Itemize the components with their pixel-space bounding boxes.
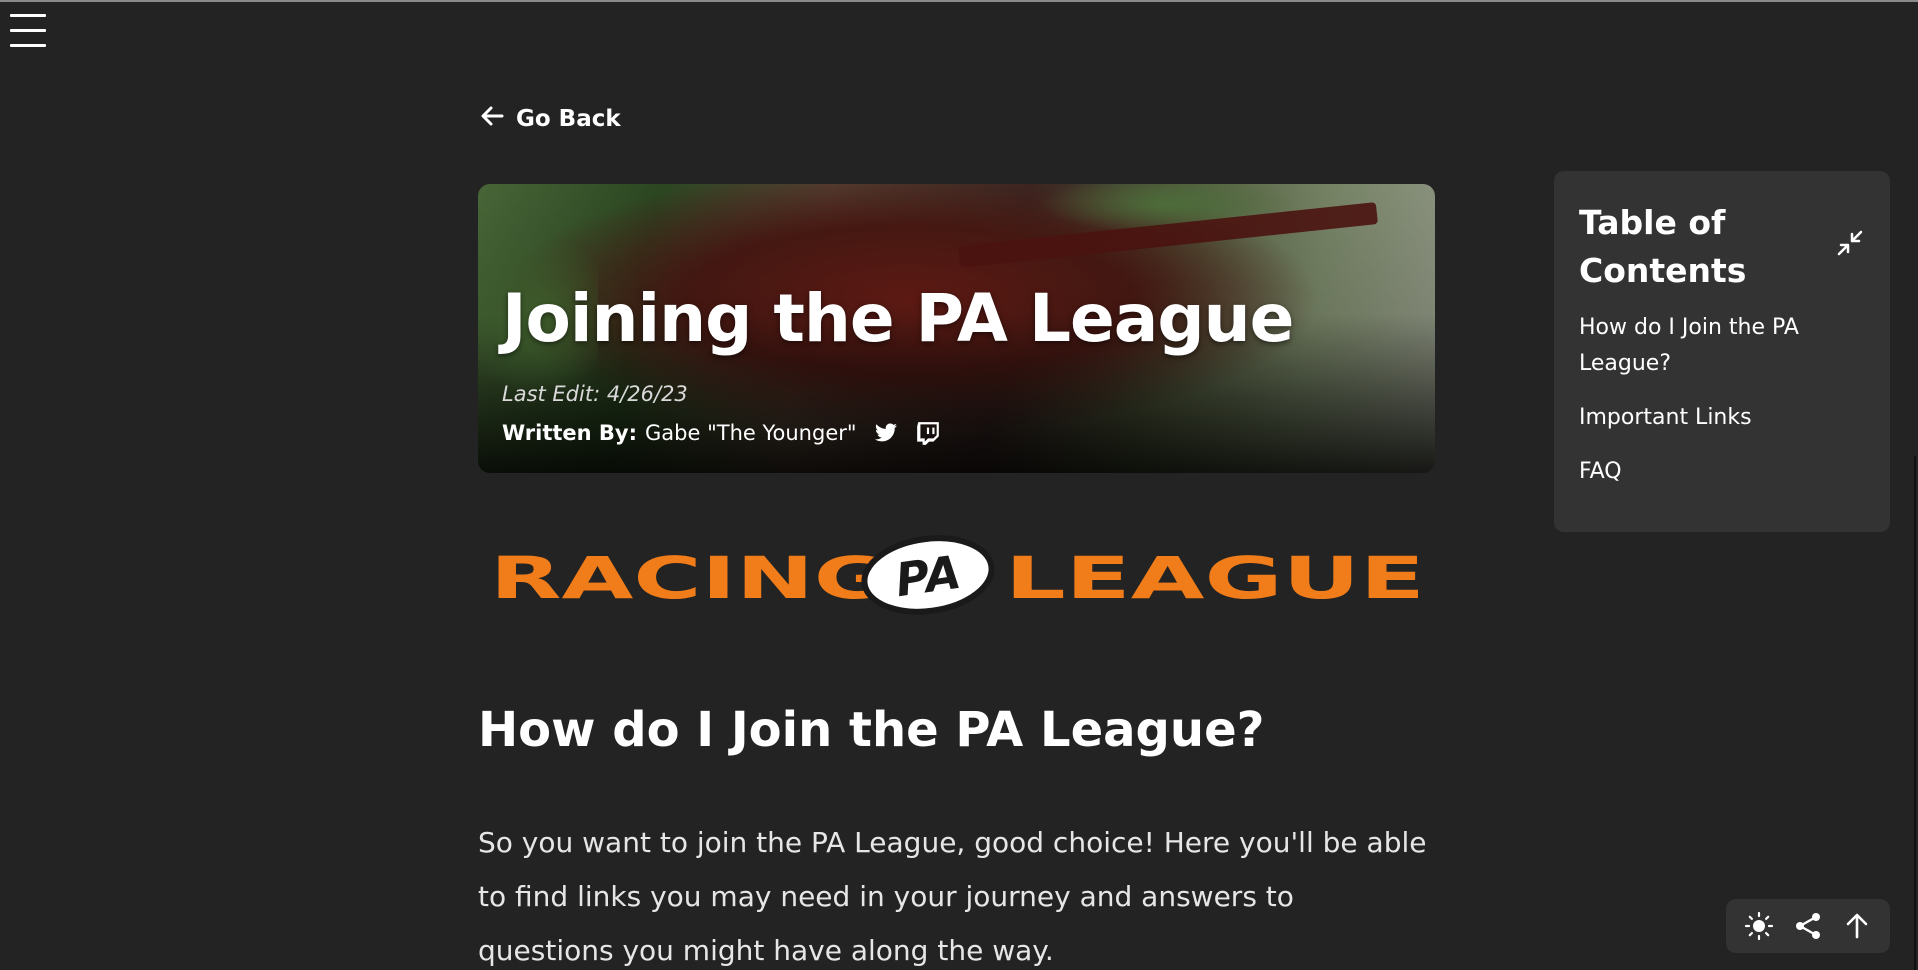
- article-intro: So you want to join the PA League, good …: [478, 826, 1427, 967]
- svg-text:RACING: RACING: [490, 544, 890, 612]
- menu-bar: [10, 44, 46, 47]
- svg-text:LEAGUE: LEAGUE: [1005, 544, 1425, 612]
- floating-action-bar: [1726, 899, 1890, 953]
- scrollbar-track[interactable]: [1914, 456, 1916, 970]
- go-back-label: Go Back: [516, 106, 621, 132]
- hamburger-menu-icon[interactable]: [10, 14, 48, 48]
- menu-bar: [10, 14, 46, 17]
- toc-item-faq[interactable]: FAQ: [1579, 454, 1839, 490]
- collapse-arrows-icon[interactable]: [1836, 229, 1864, 257]
- racing-pa-league-logo: RACING PA LEAGUE: [490, 535, 1425, 615]
- written-by-label: Written By:: [502, 421, 638, 445]
- twitter-icon[interactable]: [871, 418, 901, 448]
- author-name: Gabe "The Younger": [645, 421, 857, 445]
- twitch-icon[interactable]: [913, 418, 943, 448]
- sun-theme-icon[interactable]: [1742, 909, 1776, 943]
- last-edit-date: Last Edit: 4/26/23: [502, 382, 688, 406]
- section-heading: How do I Join the PA League?: [478, 702, 1265, 758]
- author-byline: Written By: Gabe "The Younger": [502, 418, 943, 448]
- menu-bar: [10, 29, 46, 32]
- share-icon[interactable]: [1791, 909, 1825, 943]
- toc-title: Table of Contents: [1579, 203, 1747, 290]
- window-top-border: [0, 0, 1918, 2]
- toc-item-how-to-join[interactable]: How do I Join the PA League?: [1579, 310, 1839, 382]
- hero-banner: Joining the PA League Last Edit: 4/26/23…: [478, 184, 1435, 473]
- svg-text:PA: PA: [892, 545, 964, 608]
- arrow-left-icon: [478, 102, 506, 136]
- toc-item-important-links[interactable]: Important Links: [1579, 400, 1839, 436]
- arrow-up-icon[interactable]: [1840, 909, 1874, 943]
- go-back-link[interactable]: Go Back: [478, 101, 621, 137]
- page-title: Joining the PA League: [502, 280, 1294, 357]
